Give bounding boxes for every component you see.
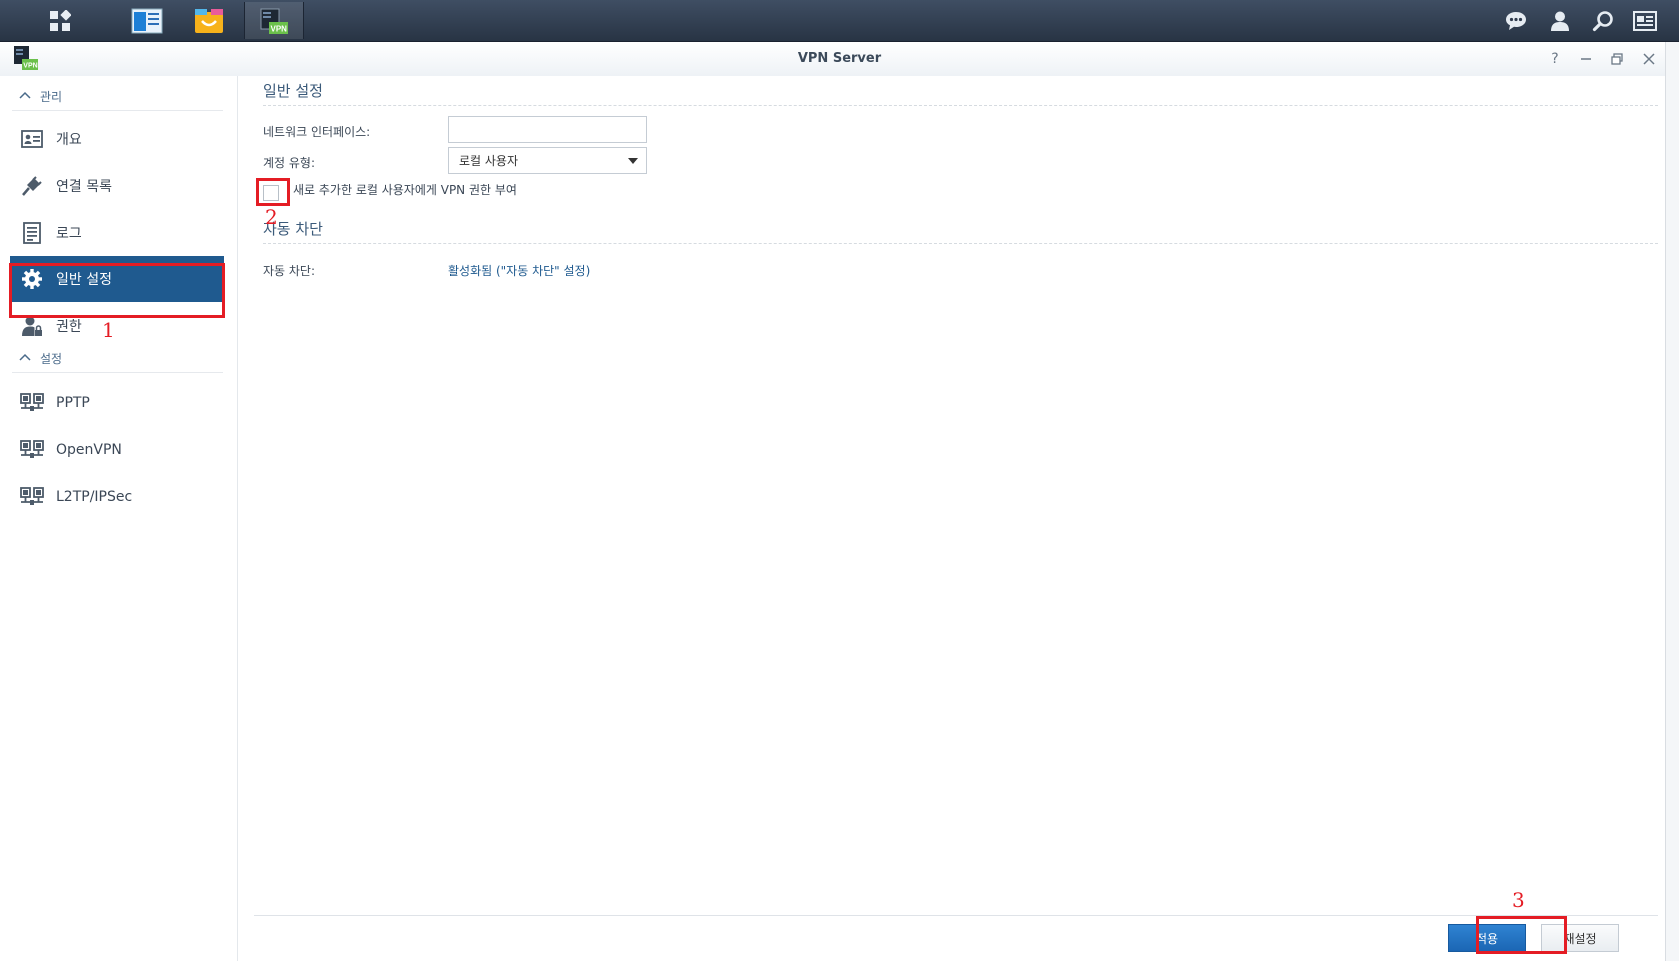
account-type-select[interactable]: 로컬 사용자 — [448, 147, 647, 174]
chevron-up-icon — [19, 353, 31, 361]
sidebar-item-connection-list[interactable]: 연결 목록 — [10, 163, 224, 209]
widgets-button[interactable] — [1624, 0, 1666, 41]
widgets-icon — [1633, 10, 1657, 31]
account-type-label: 계정 유형: — [263, 156, 316, 170]
network-interface-label: 네트워크 인터페이스: — [263, 125, 371, 139]
sidebar-item-label: L2TP/IPSec — [56, 489, 133, 505]
gear-icon — [20, 267, 44, 291]
minimize-icon — [1581, 58, 1591, 60]
network-icon — [20, 391, 44, 415]
notifications-button[interactable] — [1495, 0, 1537, 41]
sidebar: 관리 개요 연결 목록 로그 일반 설정 권한 설정 PPTP OpenVPN … — [0, 76, 238, 961]
apply-button[interactable]: 적용 — [1448, 924, 1526, 952]
window-title: VPN Server — [797, 51, 882, 66]
sidebar-item-privileges[interactable]: 권한 — [10, 303, 224, 349]
sidebar-item-label: 권한 — [56, 319, 82, 335]
sidebar-section-settings[interactable]: 설정 — [12, 344, 223, 373]
window-right-edge — [1665, 42, 1679, 961]
main-panel: 일반 설정 네트워크 인터페이스: 계정 유형: 로컬 사용자 새로 추가한 로… — [238, 76, 1666, 961]
package-center-taskbar-button[interactable] — [180, 2, 238, 39]
sidebar-item-label: 일반 설정 — [56, 272, 112, 288]
user-lock-icon — [20, 314, 44, 338]
main-menu-button[interactable] — [31, 2, 89, 39]
sidebar-item-label: 개요 — [56, 132, 82, 148]
autoblock-label: 자동 차단: — [263, 264, 316, 278]
account-type-value: 로컬 사용자 — [459, 154, 519, 168]
user-icon — [1551, 11, 1569, 31]
log-icon — [20, 221, 44, 245]
sidebar-section-label: 관리 — [40, 89, 63, 104]
close-icon — [1643, 53, 1655, 65]
window-titlebar[interactable]: VPN VPN Server ? — [0, 42, 1679, 76]
sidebar-item-openvpn[interactable]: OpenVPN — [10, 427, 224, 473]
sidebar-item-log[interactable]: 로그 — [10, 210, 224, 256]
section-title-general: 일반 설정 — [263, 76, 1658, 106]
annotation-number-1: 1 — [102, 318, 115, 342]
chat-bubble-icon — [1506, 11, 1526, 30]
sidebar-item-overview[interactable]: 개요 — [10, 116, 224, 162]
grant-vpn-checkbox[interactable] — [263, 185, 279, 201]
sidebar-item-pptp[interactable]: PPTP — [10, 380, 224, 426]
sidebar-section-label: 설정 — [40, 351, 63, 366]
maximize-button[interactable] — [1607, 49, 1627, 69]
file-station-icon — [131, 8, 163, 33]
help-button[interactable]: ? — [1545, 49, 1565, 69]
main-menu-icon — [50, 9, 71, 31]
chevron-up-icon — [19, 91, 31, 99]
close-button[interactable] — [1639, 49, 1659, 69]
sidebar-item-label: 연결 목록 — [56, 179, 112, 195]
search-icon — [1592, 10, 1613, 31]
vpn-server-taskbar-button[interactable]: VPN — [244, 2, 304, 39]
section-title-autoblock: 자동 차단 — [263, 214, 1658, 244]
search-button[interactable] — [1582, 0, 1624, 41]
file-station-taskbar-button[interactable] — [118, 2, 176, 39]
network-icon — [20, 485, 44, 509]
id-card-icon — [20, 127, 44, 151]
sidebar-item-label: OpenVPN — [56, 442, 122, 458]
help-icon: ? — [1551, 51, 1559, 67]
annotation-number-3: 3 — [1512, 888, 1525, 912]
maximize-icon — [1611, 53, 1623, 65]
sidebar-section-manage[interactable]: 관리 — [12, 82, 223, 111]
network-interface-field[interactable] — [448, 116, 647, 143]
vpn-server-icon: VPN — [260, 8, 288, 34]
grant-vpn-checkbox-label[interactable]: 새로 추가한 로컬 사용자에게 VPN 권한 부여 — [293, 181, 517, 198]
autoblock-settings-link[interactable]: 활성화됨 ("자동 차단" 설정) — [448, 262, 590, 279]
plug-icon — [20, 174, 44, 198]
minimize-button[interactable] — [1576, 49, 1596, 69]
sidebar-item-general-settings[interactable]: 일반 설정 — [10, 256, 224, 302]
network-icon — [20, 438, 44, 462]
sidebar-item-label: 로그 — [56, 226, 82, 242]
sidebar-item-l2tp-ipsec[interactable]: L2TP/IPSec — [10, 474, 224, 520]
taskbar: VPN — [0, 0, 1679, 42]
svg-text:VPN: VPN — [271, 24, 288, 33]
user-button[interactable] — [1539, 0, 1581, 41]
sidebar-item-label: PPTP — [56, 395, 90, 411]
package-center-icon — [195, 8, 223, 33]
reset-button[interactable]: 재설정 — [1541, 924, 1619, 952]
annotation-number-2: 2 — [265, 205, 278, 229]
dropdown-arrow-icon — [628, 158, 638, 164]
footer-divider — [254, 915, 1658, 916]
